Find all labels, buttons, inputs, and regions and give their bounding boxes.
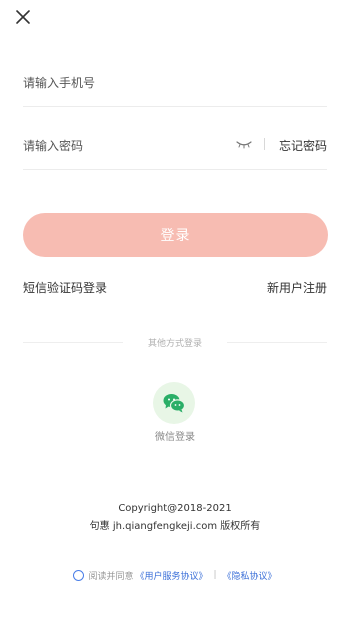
- password-field: 忘记密码: [23, 125, 327, 170]
- field-divider: [264, 138, 265, 150]
- privacy-agreement-link[interactable]: 《隐私协议》: [223, 569, 277, 582]
- phone-input[interactable]: [23, 72, 203, 94]
- sms-login-link[interactable]: 短信验证码登录: [23, 279, 107, 296]
- agree-prefix-text: 阅读并同意: [88, 571, 134, 582]
- agreement-row: 阅读并同意 《用户服务协议》 | 《隐私协议》: [0, 567, 350, 583]
- agree-radio[interactable]: [73, 569, 85, 581]
- register-link[interactable]: 新用户注册: [267, 279, 327, 296]
- password-input[interactable]: [23, 135, 203, 157]
- user-agreement-link[interactable]: 《用户服务协议》: [135, 569, 207, 582]
- wechat-icon: [163, 394, 186, 413]
- copyright-line-2: 句惠 jh.qiangfengkeji.com 版权所有: [89, 521, 261, 532]
- toggle-password-visibility[interactable]: [234, 137, 254, 151]
- copyright-line-1: Copyright@2018-2021: [118, 503, 232, 514]
- divider-line-right: [227, 342, 327, 343]
- eye-closed-icon: [236, 141, 252, 149]
- close-icon: [16, 10, 30, 24]
- phone-field: [23, 62, 327, 107]
- wechat-login-button[interactable]: [153, 382, 195, 424]
- wechat-login-label: 微信登录: [155, 432, 195, 443]
- login-button[interactable]: 登录: [23, 213, 328, 257]
- close-button[interactable]: [8, 4, 38, 30]
- agreement-separator: |: [213, 570, 217, 580]
- forgot-password-link[interactable]: 忘记密码: [279, 137, 327, 154]
